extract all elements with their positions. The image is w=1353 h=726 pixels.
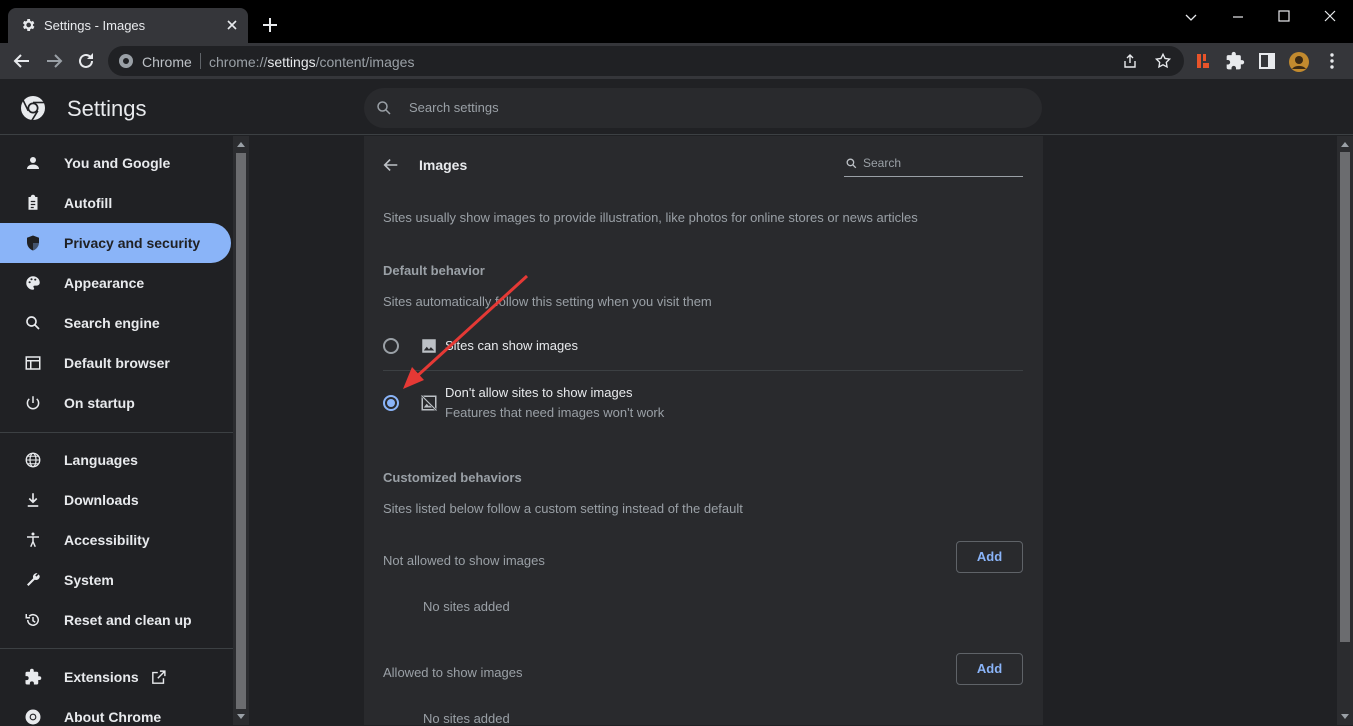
reload-icon[interactable] [76, 51, 96, 71]
sidebar-item-search-engine[interactable]: Search engine [0, 303, 231, 343]
download-icon [24, 491, 42, 509]
puzzle-icon [24, 668, 42, 686]
search-placeholder: Search [863, 156, 902, 170]
back-arrow-icon[interactable] [382, 156, 400, 174]
gear-icon [20, 17, 36, 33]
subpage-title: Images [419, 157, 468, 173]
address-bar[interactable]: Chrome chrome://settings/content/images [108, 46, 1184, 76]
sidebar-item-system[interactable]: System [0, 560, 231, 600]
allowed-label: Allowed to show images [383, 665, 523, 680]
avatar[interactable] [1288, 51, 1309, 72]
wrench-icon [24, 571, 42, 589]
page-title: Settings [67, 96, 147, 121]
sidebar-item-downloads[interactable]: Downloads [0, 480, 231, 520]
sidebar-item-extensions[interactable]: Extensions [0, 657, 231, 697]
sidebar: You and Google Autofill Privacy and secu… [0, 136, 233, 725]
search-icon [845, 157, 858, 170]
sidebar-item-reset-and-clean-up[interactable]: Reset and clean up [0, 600, 231, 640]
shield-icon [24, 234, 42, 252]
browser-icon [24, 354, 42, 372]
external-link-icon [150, 669, 167, 686]
subpage-search-input[interactable]: Search [844, 152, 1023, 177]
chevron-down-icon[interactable] [1180, 6, 1202, 28]
scrollbar-thumb[interactable] [1340, 152, 1350, 642]
palette-icon [24, 274, 42, 292]
annotation-arrow [403, 274, 529, 389]
puzzle-icon[interactable] [1225, 51, 1245, 71]
empty-list-text: No sites added [423, 599, 510, 614]
search-icon [24, 314, 42, 332]
sidebar-divider [0, 648, 233, 649]
not-allowed-label: Not allowed to show images [383, 553, 545, 568]
url-text: chrome://settings/content/images [209, 54, 415, 70]
scroll-up-icon[interactable] [237, 141, 245, 147]
minimize-icon[interactable] [1227, 6, 1249, 28]
side-panel-icon[interactable] [1257, 51, 1277, 71]
option-sublabel: Features that need images won't work [445, 405, 665, 420]
globe-icon [24, 451, 42, 469]
browser-toolbar: Chrome chrome://settings/content/images [0, 43, 1353, 79]
radio-button-block[interactable] [383, 395, 399, 411]
page-description: Sites usually show images to provide ill… [383, 210, 918, 225]
sidebar-item-you-and-google[interactable]: You and Google [0, 143, 231, 183]
share-icon[interactable] [1122, 53, 1138, 69]
forward-arrow-icon[interactable] [44, 51, 64, 71]
add-not-allowed-button[interactable]: Add [956, 541, 1023, 573]
sidebar-item-default-browser[interactable]: Default browser [0, 343, 231, 383]
close-icon[interactable] [224, 17, 240, 33]
person-icon [24, 154, 42, 172]
chrome-logo-icon [20, 95, 46, 121]
chrome-icon [24, 708, 42, 725]
window-close-icon[interactable] [1319, 6, 1341, 28]
sidebar-item-appearance[interactable]: Appearance [0, 263, 231, 303]
clipboard-icon [24, 194, 42, 212]
divider [200, 53, 201, 69]
more-menu-icon[interactable] [1322, 51, 1342, 71]
sidebar-item-accessibility[interactable]: Accessibility [0, 520, 231, 560]
sidebar-item-autofill[interactable]: Autofill [0, 183, 231, 223]
star-icon[interactable] [1154, 52, 1172, 70]
search-placeholder: Search settings [409, 100, 499, 115]
sidebar-item-languages[interactable]: Languages [0, 440, 231, 480]
extension-brand-icon[interactable] [1193, 51, 1213, 71]
new-tab-icon[interactable] [260, 15, 280, 35]
sidebar-item-privacy-and-security[interactable]: Privacy and security [0, 223, 231, 263]
page-scrollbar[interactable] [1337, 136, 1353, 725]
history-icon [24, 611, 42, 629]
add-allowed-button[interactable]: Add [956, 653, 1023, 685]
accessibility-icon [24, 531, 42, 549]
sidebar-item-on-startup[interactable]: On startup [0, 383, 231, 423]
images-settings-card: Images Search Sites usually show images … [364, 136, 1043, 726]
scrollbar-thumb[interactable] [236, 153, 246, 709]
scroll-up-icon[interactable] [1341, 141, 1349, 147]
sidebar-item-about-chrome[interactable]: About Chrome [0, 697, 231, 725]
back-arrow-icon[interactable] [12, 51, 32, 71]
chrome-icon [118, 53, 134, 69]
title-bar: Settings - Images [0, 0, 1353, 43]
customized-behaviors-subtext: Sites listed below follow a custom setti… [383, 501, 743, 516]
sidebar-scrollbar[interactable] [233, 136, 249, 725]
tab-settings-images[interactable]: Settings - Images [8, 8, 248, 43]
site-name: Chrome [142, 54, 192, 70]
search-input[interactable]: Search settings [364, 88, 1042, 128]
sidebar-divider [0, 432, 233, 433]
settings-header: Settings Search settings [0, 79, 1353, 135]
empty-list-text: No sites added [423, 711, 510, 726]
customized-behaviors-heading: Customized behaviors [383, 470, 522, 485]
tab-title: Settings - Images [44, 18, 146, 33]
power-icon [24, 394, 42, 412]
scroll-down-icon[interactable] [237, 714, 245, 720]
search-icon [375, 99, 393, 117]
scroll-down-icon[interactable] [1341, 714, 1349, 720]
maximize-icon[interactable] [1273, 6, 1295, 28]
